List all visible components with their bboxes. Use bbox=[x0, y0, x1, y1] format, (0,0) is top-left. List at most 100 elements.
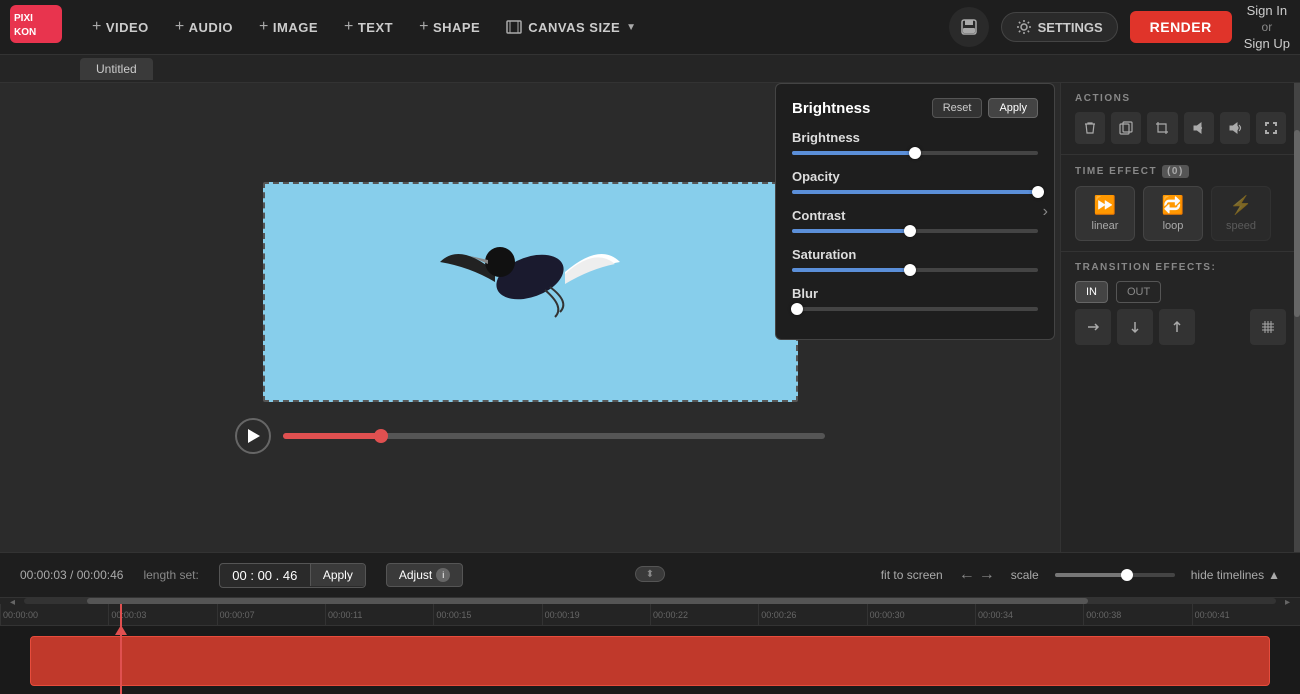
playback-controls bbox=[235, 418, 825, 454]
apply-time-btn[interactable]: Apply bbox=[310, 564, 365, 586]
adjust-btn[interactable]: Adjust i bbox=[386, 563, 463, 587]
playhead[interactable] bbox=[120, 604, 122, 694]
canvas-size-label: CANVAS SIZE bbox=[528, 20, 620, 35]
render-button[interactable]: RENDER bbox=[1130, 11, 1232, 43]
sign-up-link[interactable]: Sign Up bbox=[1244, 36, 1290, 51]
contrast-slider-thumb[interactable] bbox=[904, 225, 916, 237]
untitled-tab[interactable]: Untitled bbox=[80, 58, 153, 80]
fade-up-icon bbox=[1169, 319, 1185, 335]
crop-action-btn[interactable] bbox=[1147, 112, 1177, 144]
contrast-slider-fill bbox=[792, 229, 910, 233]
hide-timelines-btn[interactable]: hide timelines ▲ bbox=[1191, 568, 1280, 582]
shape-label: SHAPE bbox=[433, 20, 480, 35]
blur-slider-thumb[interactable] bbox=[791, 303, 803, 315]
audio-tool-btn[interactable]: + AUDIO bbox=[165, 12, 243, 42]
info-icon: i bbox=[436, 568, 450, 582]
fit-to-screen-btn[interactable]: fit to screen bbox=[881, 568, 943, 582]
play-button[interactable] bbox=[235, 418, 271, 454]
bp-header-btns: Reset Apply bbox=[932, 98, 1038, 118]
time-display: 00:00:03 / 00:00:46 bbox=[20, 568, 123, 582]
tab-label: Untitled bbox=[96, 62, 137, 76]
contrast-slider-row: Contrast bbox=[792, 208, 1038, 233]
drag-handle[interactable]: ⬍ bbox=[635, 566, 665, 582]
ruler-mark-11: 00:00:41 bbox=[1192, 604, 1300, 626]
brightness-slider-thumb[interactable] bbox=[909, 147, 921, 159]
video-plus-icon: + bbox=[92, 18, 102, 36]
brightness-panel: Brightness Reset Apply Brightness Opacit… bbox=[775, 83, 1055, 340]
sign-in-area: Sign In or Sign Up bbox=[1244, 3, 1290, 51]
nav-right: SETTINGS RENDER Sign In or Sign Up bbox=[949, 3, 1290, 51]
progress-bar[interactable] bbox=[283, 433, 825, 439]
image-tool-btn[interactable]: + IMAGE bbox=[249, 12, 328, 42]
transition-out-btn[interactable]: OUT bbox=[1116, 281, 1161, 303]
canvas-size-btn[interactable]: CANVAS SIZE ▼ bbox=[496, 13, 646, 41]
linear-icon: ⏩ bbox=[1094, 195, 1116, 216]
transition-controls: IN OUT bbox=[1075, 281, 1286, 303]
linear-effect-option[interactable]: ⏩ linear bbox=[1075, 186, 1135, 241]
saturation-slider-thumb[interactable] bbox=[904, 264, 916, 276]
video-track[interactable] bbox=[30, 636, 1270, 686]
time-input[interactable] bbox=[220, 564, 310, 587]
video-label: VIDEO bbox=[106, 20, 149, 35]
trans-grid-btn[interactable] bbox=[1250, 309, 1286, 345]
volume-up-btn[interactable] bbox=[1220, 112, 1250, 144]
ruler-mark-4: 00:00:15 bbox=[433, 604, 541, 626]
volume-down-icon bbox=[1192, 121, 1206, 135]
brightness-slider-label: Brightness bbox=[792, 130, 1038, 145]
video-tool-btn[interactable]: + VIDEO bbox=[82, 12, 159, 42]
sign-in-link[interactable]: Sign In bbox=[1247, 3, 1287, 18]
progress-thumb[interactable] bbox=[374, 429, 388, 443]
settings-button[interactable]: SETTINGS bbox=[1001, 12, 1118, 42]
volume-down-btn[interactable] bbox=[1184, 112, 1214, 144]
arrow-left-icon[interactable]: ← bbox=[959, 566, 975, 584]
shape-tool-btn[interactable]: + SHAPE bbox=[409, 12, 490, 42]
opacity-slider-thumb[interactable] bbox=[1032, 186, 1044, 198]
save-button[interactable] bbox=[949, 7, 989, 47]
opacity-slider-track[interactable] bbox=[792, 190, 1038, 194]
contrast-slider-label: Contrast bbox=[792, 208, 1038, 223]
playhead-triangle bbox=[115, 625, 127, 635]
opacity-slider-fill bbox=[792, 190, 1038, 194]
arrow-right-icon[interactable]: → bbox=[979, 566, 995, 584]
panel-scroll-thumb[interactable] bbox=[1294, 130, 1300, 318]
scale-slider-thumb[interactable] bbox=[1121, 569, 1133, 581]
loop-effect-option[interactable]: 🔁 loop bbox=[1143, 186, 1203, 241]
timeline-tracks[interactable] bbox=[0, 626, 1300, 694]
grid-icon bbox=[1260, 319, 1276, 335]
scale-label: scale bbox=[1011, 568, 1039, 582]
contrast-slider-track[interactable] bbox=[792, 229, 1038, 233]
brightness-reset-btn[interactable]: Reset bbox=[932, 98, 983, 118]
panel-right-arrow[interactable]: › bbox=[1043, 203, 1048, 221]
chevron-up-icon: ▲ bbox=[1268, 568, 1280, 582]
opacity-slider-row: Opacity bbox=[792, 169, 1038, 194]
main-content: ACTIONS bbox=[0, 83, 1300, 552]
trans-fade-down-btn[interactable] bbox=[1117, 309, 1153, 345]
text-tool-btn[interactable]: + TEXT bbox=[334, 12, 403, 42]
ruler-mark-6: 00:00:22 bbox=[650, 604, 758, 626]
speed-effect-option[interactable]: ⚡ speed bbox=[1211, 186, 1271, 241]
ruler-mark-7: 00:00:26 bbox=[758, 604, 866, 626]
video-frame bbox=[263, 182, 798, 402]
transition-in-btn[interactable]: IN bbox=[1075, 281, 1108, 303]
delete-action-btn[interactable] bbox=[1075, 112, 1105, 144]
transition-label: TRANSITION EFFECTS: bbox=[1075, 262, 1286, 273]
adjust-label: Adjust bbox=[399, 568, 432, 582]
ruler-mark-0: 00:00:00 bbox=[0, 604, 108, 626]
panel-scrollbar[interactable] bbox=[1294, 83, 1300, 552]
brightness-slider-track[interactable] bbox=[792, 151, 1038, 155]
gear-icon bbox=[1016, 19, 1032, 35]
duplicate-action-btn[interactable] bbox=[1111, 112, 1141, 144]
brightness-apply-btn[interactable]: Apply bbox=[988, 98, 1038, 118]
saturation-slider-fill bbox=[792, 268, 910, 272]
blur-slider-track[interactable] bbox=[792, 307, 1038, 311]
fullscreen-btn[interactable] bbox=[1256, 112, 1286, 144]
scale-slider[interactable] bbox=[1055, 573, 1175, 577]
trans-fade-up-btn[interactable] bbox=[1159, 309, 1195, 345]
speed-label: speed bbox=[1226, 220, 1256, 232]
trans-fade-right-btn[interactable] bbox=[1075, 309, 1111, 345]
saturation-slider-track[interactable] bbox=[792, 268, 1038, 272]
action-icons-row bbox=[1075, 112, 1286, 144]
svg-text:PIXI: PIXI bbox=[14, 13, 33, 24]
text-label: TEXT bbox=[358, 20, 393, 35]
save-icon bbox=[959, 17, 979, 37]
